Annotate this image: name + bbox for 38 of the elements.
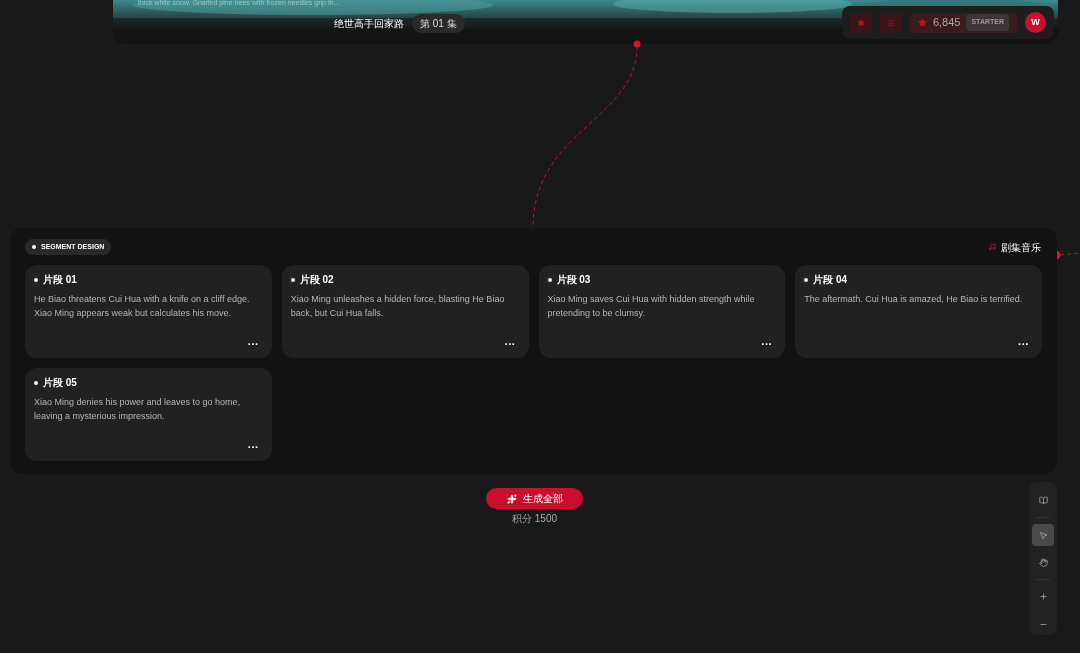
- segment-card[interactable]: 片段 02 Xiao Ming unleashes a hidden force, blasting He Biao back, but Cui Hua falls. ···: [281, 265, 529, 358]
- segment-card[interactable]: 片段 04 The aftermath. Cui Hua is amazed, He Biao is terrified. ···: [795, 265, 1042, 358]
- more-button[interactable]: ···: [504, 339, 516, 350]
- segment-title: 片段 05: [34, 377, 263, 388]
- segment-description: Xiao Ming saves Cui Hua with hidden strength while pretending to be clumsy.: [547, 293, 756, 320]
- sparkle-icon: [506, 493, 517, 504]
- star-icon: [917, 18, 927, 27]
- segment-title: 片段 02: [290, 274, 520, 285]
- more-button[interactable]: ···: [247, 442, 259, 453]
- segment-description: Xiao Ming unleashes a hidden force, blasting He Biao back, but Cui Hua falls.: [290, 293, 506, 320]
- segment-card[interactable]: 片段 03 Xiao Ming saves Cui Hua with hidden strength while pretending to be clumsy. ···: [538, 265, 786, 358]
- menu-button[interactable]: [879, 12, 902, 33]
- pointer-icon: [1038, 530, 1048, 540]
- more-button[interactable]: ···: [761, 339, 773, 350]
- segment-title: 片段 01: [34, 274, 263, 285]
- zoom-in-icon: [1038, 592, 1048, 602]
- more-button[interactable]: ···: [1018, 339, 1029, 350]
- segment-title: 片段 03: [547, 274, 777, 285]
- record-button[interactable]: [849, 12, 872, 33]
- segment-description: He Biao threatens Cui Hua with a knife on a cliff edge. Xiao Ming appears weak but calculates his move.: [34, 293, 251, 320]
- credits-count: 6,845: [932, 15, 961, 31]
- tool-button[interactable]: [1032, 524, 1054, 546]
- segment-card[interactable]: 片段 05 Xiao Ming denies his power and leaves to go home, leaving a mysterious impression. ···: [25, 368, 272, 461]
- episode-badge: 第 01 集: [412, 14, 465, 33]
- generate-all-button[interactable]: 生成全部: [486, 488, 583, 509]
- hand-icon: [1038, 558, 1048, 567]
- segment-description: Xiao Ming denies his power and leaves to go home, leaving a mysterious impression.: [34, 396, 242, 423]
- music-icon: [988, 243, 996, 251]
- book-icon: [1038, 496, 1048, 506]
- segment-description: The aftermath. Cui Hua is amazed, He Biao is terrified.: [804, 293, 1024, 306]
- more-button[interactable]: ···: [247, 339, 259, 350]
- project-title: 绝世高手回家路: [334, 17, 404, 31]
- cost-label: 积分 1500: [512, 512, 557, 526]
- music-button[interactable]: 剧集音乐: [988, 239, 1041, 255]
- menu-icon: [886, 18, 895, 27]
- segment-title: 片段 04: [804, 274, 1033, 285]
- user-avatar[interactable]: W: [1025, 12, 1046, 33]
- segment-card[interactable]: 片段 01 He Biao threatens Cui Hua with a knife on a cliff edge. Xiao Ming appears weak but calculates his move. ···: [25, 265, 272, 358]
